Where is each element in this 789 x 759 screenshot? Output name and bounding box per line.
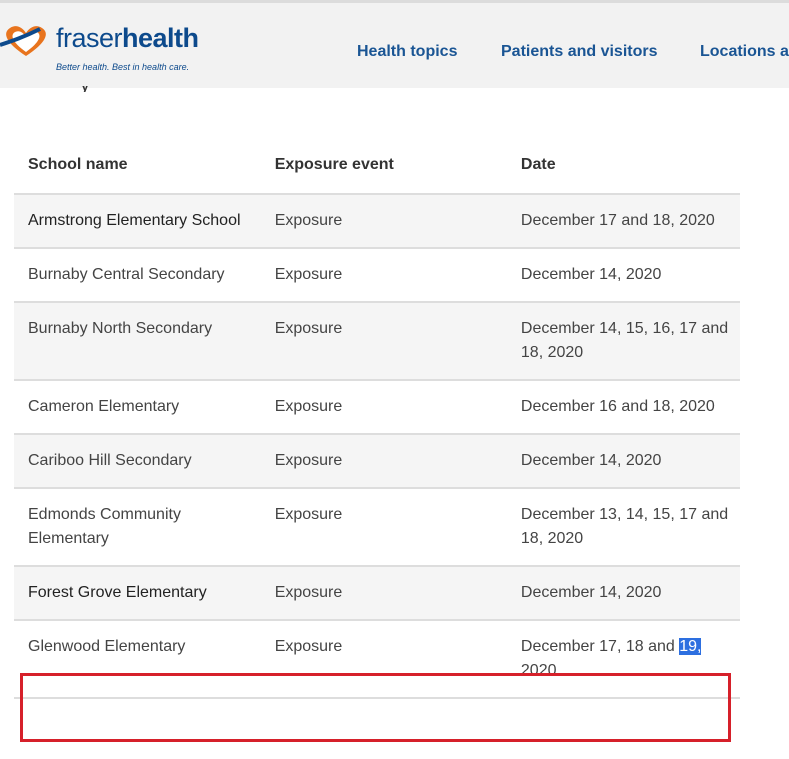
date-cell: December 13, 14, 15, 17 and 18, 2020 <box>506 488 740 567</box>
date-text: December 17, 18 and <box>520 638 680 655</box>
cut-off-heading: y <box>80 86 110 92</box>
exposure-event-cell: Exposure <box>260 434 507 489</box>
exposure-event-cell: Exposure <box>260 302 507 381</box>
logo-tagline: Better health. Best in health care. <box>56 62 190 72</box>
date-cell: December 14, 15, 16, 17 and 18, 2020 <box>506 302 740 381</box>
fraser-health-logo[interactable]: fraserhealth Better health. Best in heal… <box>0 21 200 77</box>
exposure-event-cell: Exposure <box>260 488 507 567</box>
school-name-cell: Burnaby Central Secondary <box>14 248 261 303</box>
column-header-date: Date <box>506 137 740 195</box>
table-row: Cameron Elementary Exposure December 16 … <box>14 380 740 435</box>
table-row: Cariboo Hill Secondary Exposure December… <box>14 434 740 489</box>
site-header: fraserhealth Better health. Best in heal… <box>0 0 789 88</box>
school-name-cell: Burnaby North Secondary <box>14 302 261 381</box>
date-cell: December 14, 2020 <box>506 434 740 489</box>
table-header-row: School name Exposure event Date <box>14 137 740 195</box>
table-row: Edmonds Community Elementary Exposure De… <box>14 488 740 567</box>
table-row: Forest Grove Elementary Exposure Decembe… <box>14 566 740 621</box>
school-name-cell: Armstrong Elementary School <box>14 194 261 249</box>
table-row: Burnaby Central Secondary Exposure Decem… <box>14 248 740 303</box>
nav-locations[interactable]: Locations a <box>700 43 789 61</box>
table-row: Burnaby North Secondary Exposure Decembe… <box>14 302 740 381</box>
date-cell: December 14, 2020 <box>506 248 740 303</box>
logo-text-health: health <box>122 23 199 53</box>
date-cell: December 17 and 18, 2020 <box>506 194 740 249</box>
column-header-event: Exposure event <box>260 137 507 195</box>
nav-health-topics[interactable]: Health topics <box>357 43 457 61</box>
cut-off-heading-text: y <box>80 86 90 92</box>
exposure-event-cell: Exposure <box>260 380 507 435</box>
school-name-cell: Forest Grove Elementary <box>14 566 261 621</box>
column-header-school: School name <box>14 137 261 195</box>
heart-logo-icon <box>0 26 46 56</box>
exposure-event-cell: Exposure <box>260 194 507 249</box>
nav-patients-visitors[interactable]: Patients and visitors <box>501 43 658 61</box>
exposure-event-cell: Exposure <box>260 248 507 303</box>
school-name-cell: Edmonds Community Elementary <box>14 488 261 567</box>
selected-text[interactable]: 19, <box>679 638 702 655</box>
date-cell: December 14, 2020 <box>506 566 740 621</box>
school-exposures-table: School name Exposure event Date Armstron… <box>14 137 740 699</box>
exposure-event-cell: Exposure <box>260 566 507 621</box>
date-cell: December 16 and 18, 2020 <box>506 380 740 435</box>
table-row: Armstrong Elementary School Exposure Dec… <box>14 194 740 249</box>
school-name-cell: Cariboo Hill Secondary <box>14 434 261 489</box>
school-name-cell: Cameron Elementary <box>14 380 261 435</box>
logo-wordmark: fraserhealth <box>56 23 199 54</box>
red-highlight-box <box>20 673 731 742</box>
logo-text-fraser: fraser <box>56 23 123 53</box>
